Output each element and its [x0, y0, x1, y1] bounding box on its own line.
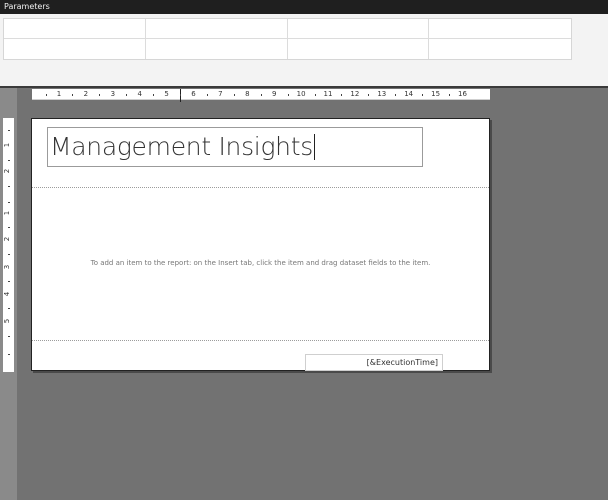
ruler-tick: [341, 94, 343, 96]
ruler-tick: [233, 94, 235, 96]
ruler-number: 1: [3, 210, 12, 216]
ruler-number: 5: [3, 318, 12, 324]
ruler-tick: [206, 94, 208, 96]
ruler-tick: [8, 160, 10, 161]
parameter-cell[interactable]: [287, 19, 430, 39]
ruler-tick: [287, 94, 289, 96]
header-body-divider: [32, 187, 489, 188]
ruler-tick: [8, 281, 10, 282]
ruler-tick: [153, 94, 155, 96]
ruler-number: 3: [3, 264, 12, 270]
empty-body-hint: To add an item to the report: on the Ins…: [90, 259, 431, 267]
ruler-number: 4: [3, 291, 12, 297]
parameters-title: Parameters: [4, 2, 50, 11]
ruler-number: 16: [458, 90, 467, 98]
ruler-tick: [8, 336, 10, 337]
ruler-tick: [260, 94, 262, 96]
text-caret: [313, 134, 315, 160]
ruler-number: 5: [164, 90, 169, 98]
parameter-cell[interactable]: [145, 19, 288, 39]
parameter-cell[interactable]: [429, 19, 571, 39]
ruler-tick: [8, 227, 10, 228]
parameter-cell[interactable]: [146, 39, 288, 59]
ruler-number: 1: [3, 142, 12, 148]
ruler-tick: [395, 94, 397, 96]
parameters-grid: [3, 18, 572, 60]
ruler-number: 14: [404, 90, 414, 98]
ruler-tick: [8, 308, 10, 309]
execution-time-textbox[interactable]: [&ExecutionTime]: [305, 354, 443, 371]
ruler-number: 8: [245, 90, 250, 98]
ruler-tick: [8, 354, 10, 355]
ruler-tick: [180, 94, 182, 96]
ruler-tick: [99, 94, 101, 96]
ruler-tick: [8, 254, 10, 255]
ruler-tick: [8, 186, 10, 187]
report-title-text: Management Insights: [50, 132, 313, 161]
report-title-textbox[interactable]: Management Insights: [47, 127, 423, 167]
ruler-number: 6: [191, 90, 196, 98]
ruler-number: 10: [296, 90, 306, 98]
vertical-ruler: 1 2 1 2 3 4 5: [3, 118, 14, 372]
report-design-surface[interactable]: Management Insights To add an item to th…: [31, 118, 490, 371]
ruler-tick: [8, 130, 10, 131]
ruler-tick: [368, 94, 370, 96]
ruler-number: 15: [431, 90, 441, 98]
ruler-number: 11: [323, 90, 333, 98]
parameter-cell[interactable]: [429, 39, 571, 59]
body-footer-divider: [32, 340, 489, 341]
horizontal-ruler: 1 2 3 4 5 6 7 8 9 10 11 12 13 14 15 16: [32, 89, 490, 102]
ruler-number: 3: [110, 90, 116, 98]
ruler-tick: [126, 94, 128, 96]
ruler-tick: [45, 94, 47, 96]
parameters-pane: [0, 14, 608, 88]
parameters-header: Parameters: [0, 0, 608, 14]
ruler-number: 2: [83, 90, 89, 98]
ruler-tick: [8, 202, 10, 203]
ruler-number: 1: [56, 90, 62, 98]
ruler-tick: [422, 94, 424, 96]
ruler-number: 2: [3, 168, 12, 174]
ruler-number: 4: [137, 90, 142, 98]
ruler-tick: [314, 94, 316, 96]
ruler-number: 13: [377, 90, 387, 98]
parameter-cell[interactable]: [4, 39, 146, 59]
ruler-number: 9: [271, 90, 277, 98]
parameter-cell[interactable]: [4, 19, 146, 39]
ruler-number: 2: [3, 236, 12, 242]
ruler-number: 7: [218, 90, 223, 98]
ruler-tick: [72, 94, 74, 96]
ruler-tick: [449, 94, 451, 96]
ruler-number: 12: [350, 90, 360, 98]
parameter-cell[interactable]: [288, 39, 430, 59]
